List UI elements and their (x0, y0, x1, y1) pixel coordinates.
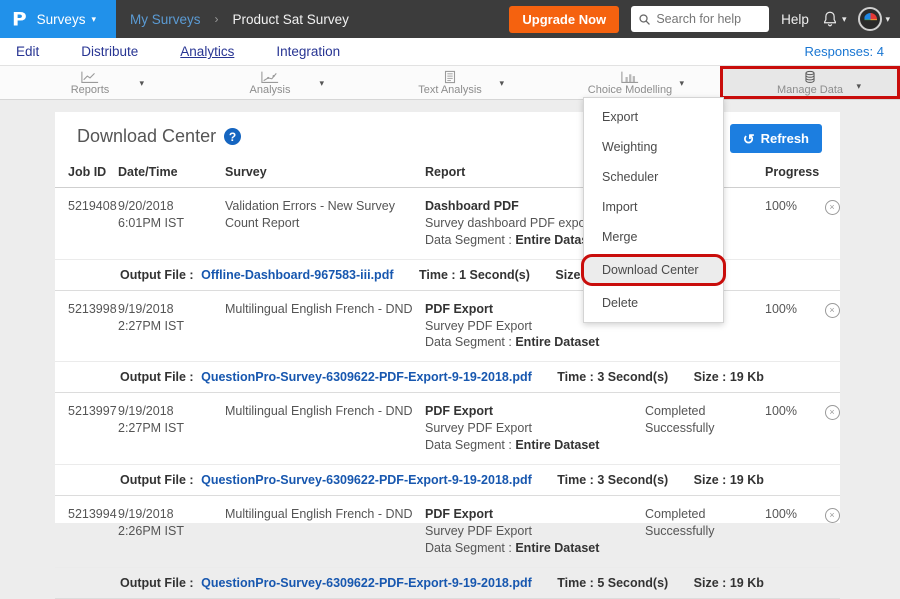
job-date: 9/19/2018 2:27PM IST (118, 301, 218, 352)
job-survey: Validation Errors - New Survey Count Rep… (225, 198, 418, 249)
job-date: 9/19/2018 2:27PM IST (118, 403, 218, 454)
product-menu-label: Surveys (37, 12, 86, 27)
refresh-label: Refresh (761, 131, 809, 146)
app-logo-block[interactable]: P Surveys ▾ (0, 0, 116, 38)
section-nav: Edit Distribute Analytics Integration Re… (0, 38, 900, 66)
menu-item-download-center[interactable]: Download Center (581, 254, 726, 286)
toolbar-item-label: Text Analysis (418, 85, 482, 96)
menu-item-merge[interactable]: Merge (584, 222, 723, 252)
toolbar-reports[interactable]: Reports ▾ (0, 66, 180, 99)
output-file-link[interactable]: Offline-Dashboard-967583-iii.pdf (201, 268, 393, 282)
avatar (858, 7, 882, 31)
breadcrumb: My Surveys › Product Sat Survey (130, 12, 349, 27)
cancel-job-icon[interactable]: × (825, 508, 840, 523)
job-status: Completed Successfully (645, 506, 758, 557)
job-id: 5213994 (68, 506, 118, 557)
job-survey: Multilingual English French - DND (225, 403, 418, 454)
col-survey: Survey (225, 165, 418, 179)
output-file-link[interactable]: QuestionPro-Survey-6309622-PDF-Export-9-… (201, 473, 532, 487)
job-survey: Multilingual English French - DND (225, 506, 418, 557)
document-icon (441, 70, 459, 84)
chevron-down-icon: ▾ (885, 15, 890, 24)
col-job-id: Job ID (68, 165, 118, 179)
chevron-down-icon[interactable]: ▾ (499, 78, 504, 89)
notifications-button[interactable]: ▾ (821, 10, 847, 28)
bell-icon (821, 10, 839, 28)
chevron-down-icon: ▾ (91, 15, 96, 24)
job-id: 5213998 (68, 301, 118, 352)
refresh-icon: ↺ (743, 132, 755, 146)
upgrade-now-button[interactable]: Upgrade Now (509, 6, 619, 33)
job-date: 9/19/2018 2:26PM IST (118, 506, 218, 557)
questionpro-logo-icon: P (12, 8, 27, 31)
job-progress: 100% (765, 506, 812, 557)
job-report: PDF Export Survey PDF Export Data Segmen… (425, 506, 638, 557)
chevron-down-icon: ▾ (842, 15, 847, 24)
output-file-row: Output File : QuestionPro-Survey-6309622… (55, 567, 840, 599)
menu-item-weighting[interactable]: Weighting (584, 132, 723, 162)
database-icon (801, 70, 819, 84)
line-chart-icon (81, 70, 99, 84)
job-progress: 100% (765, 198, 812, 249)
job-status: Completed Successfully (645, 403, 758, 454)
help-badge-icon[interactable]: ? (224, 128, 241, 145)
search-icon (639, 13, 650, 26)
job-progress: 100% (765, 301, 812, 352)
tab-analytics[interactable]: Analytics (180, 44, 234, 59)
menu-item-delete[interactable]: Delete (584, 288, 723, 318)
breadcrumb-current: Product Sat Survey (233, 12, 349, 27)
cancel-job-icon[interactable]: × (825, 200, 840, 215)
job-date: 9/20/2018 6:01PM IST (118, 198, 218, 249)
toolbar-item-label: Choice Modelling (588, 85, 672, 96)
col-date-time: Date/Time (118, 165, 218, 179)
table-row: 5213997 9/19/2018 2:27PM IST Multilingua… (55, 393, 840, 464)
refresh-button[interactable]: ↺ Refresh (730, 124, 822, 153)
menu-item-import[interactable]: Import (584, 192, 723, 222)
scatter-chart-icon (261, 70, 279, 84)
responses-count[interactable]: Responses: 4 (805, 44, 885, 59)
toolbar-analysis[interactable]: Analysis ▾ (180, 66, 360, 99)
top-header: P Surveys ▾ My Surveys › Product Sat Sur… (0, 0, 900, 38)
toolbar-item-label: Reports (71, 85, 110, 96)
breadcrumb-separator-icon: › (215, 12, 219, 26)
output-file-link[interactable]: QuestionPro-Survey-6309622-PDF-Export-9-… (201, 576, 532, 590)
tab-edit[interactable]: Edit (16, 44, 39, 59)
job-survey: Multilingual English French - DND (225, 301, 418, 352)
surveys-product-menu[interactable]: Surveys ▾ (37, 12, 96, 27)
breadcrumb-parent-link[interactable]: My Surveys (130, 12, 201, 27)
output-file-row: Output File : QuestionPro-Survey-6309622… (55, 361, 840, 393)
col-progress: Progress (765, 165, 812, 179)
bar-chart-icon (621, 70, 639, 84)
cancel-job-icon[interactable]: × (825, 303, 840, 318)
job-report: PDF Export Survey PDF Export Data Segmen… (425, 403, 638, 454)
chevron-down-icon[interactable]: ▾ (319, 78, 324, 89)
help-link[interactable]: Help (781, 12, 809, 27)
job-id: 5213997 (68, 403, 118, 454)
toolbar-text-analysis[interactable]: Text Analysis ▾ (360, 66, 540, 99)
tab-distribute[interactable]: Distribute (81, 44, 138, 59)
menu-item-scheduler[interactable]: Scheduler (584, 162, 723, 192)
help-search-box[interactable] (631, 6, 769, 32)
toolbar-choice-modelling[interactable]: Choice Modelling ▾ (540, 66, 720, 99)
chevron-down-icon[interactable]: ▾ (679, 78, 684, 89)
table-row: 5213994 9/19/2018 2:26PM IST Multilingua… (55, 496, 840, 567)
menu-item-export[interactable]: Export (584, 102, 723, 132)
cancel-job-icon[interactable]: × (825, 405, 840, 420)
analytics-toolbar: Reports ▾ Analysis ▾ Text Analysis ▾ Cho… (0, 66, 900, 100)
chevron-down-icon[interactable]: ▾ (139, 78, 144, 89)
search-input[interactable] (656, 12, 761, 26)
job-progress: 100% (765, 403, 812, 454)
chevron-down-icon[interactable]: ▾ (856, 81, 861, 92)
page-title: Download Center (77, 126, 216, 147)
job-id: 5219408 (68, 198, 118, 249)
output-file-link[interactable]: QuestionPro-Survey-6309622-PDF-Export-9-… (201, 370, 532, 384)
output-file-row: Output File : QuestionPro-Survey-6309622… (55, 464, 840, 496)
tab-integration[interactable]: Integration (276, 44, 340, 59)
toolbar-item-label: Manage Data (777, 85, 843, 96)
account-menu-button[interactable]: ▾ (858, 7, 890, 31)
manage-data-dropdown: Export Weighting Scheduler Import Merge … (583, 97, 724, 323)
toolbar-manage-data[interactable]: Manage Data ▾ (720, 66, 900, 99)
toolbar-item-label: Analysis (250, 85, 291, 96)
